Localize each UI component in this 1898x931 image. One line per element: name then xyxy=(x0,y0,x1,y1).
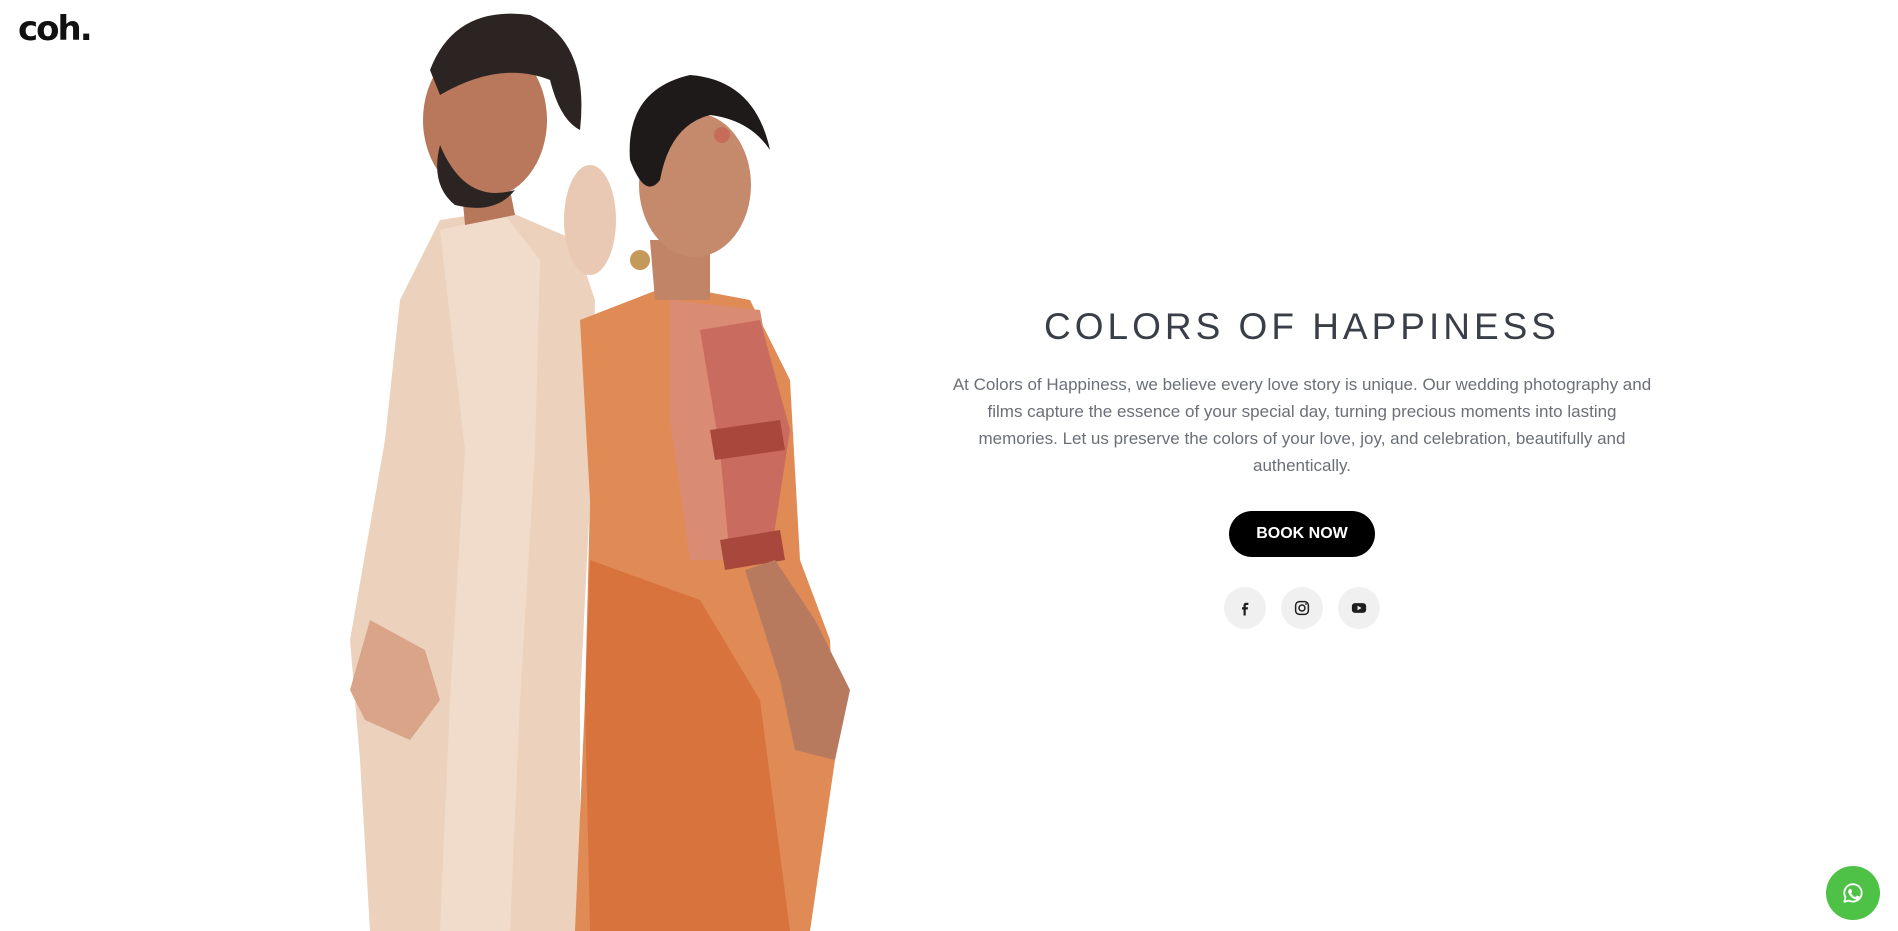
instagram-link[interactable] xyxy=(1281,587,1323,630)
facebook-icon xyxy=(1242,603,1249,616)
facebook-link[interactable] xyxy=(1224,587,1266,630)
page: coh. COLORS OF HAPPINESS At Colors of Ha… xyxy=(0,0,1898,931)
social-links xyxy=(950,587,1654,630)
whatsapp-chat-button[interactable] xyxy=(1826,866,1880,920)
whatsapp-icon xyxy=(1843,883,1863,903)
youtube-icon xyxy=(1351,603,1367,614)
hero-content: COLORS OF HAPPINESS At Colors of Happine… xyxy=(950,305,1654,630)
book-now-button[interactable]: BOOK NOW xyxy=(1229,511,1375,558)
couple-photo xyxy=(290,0,930,931)
instagram-icon xyxy=(1294,601,1310,616)
page-title: COLORS OF HAPPINESS xyxy=(1044,306,1560,347)
hero-description: At Colors of Happiness, we believe every… xyxy=(952,375,1652,476)
site-logo[interactable]: coh. xyxy=(18,12,93,46)
youtube-link[interactable] xyxy=(1338,587,1380,630)
